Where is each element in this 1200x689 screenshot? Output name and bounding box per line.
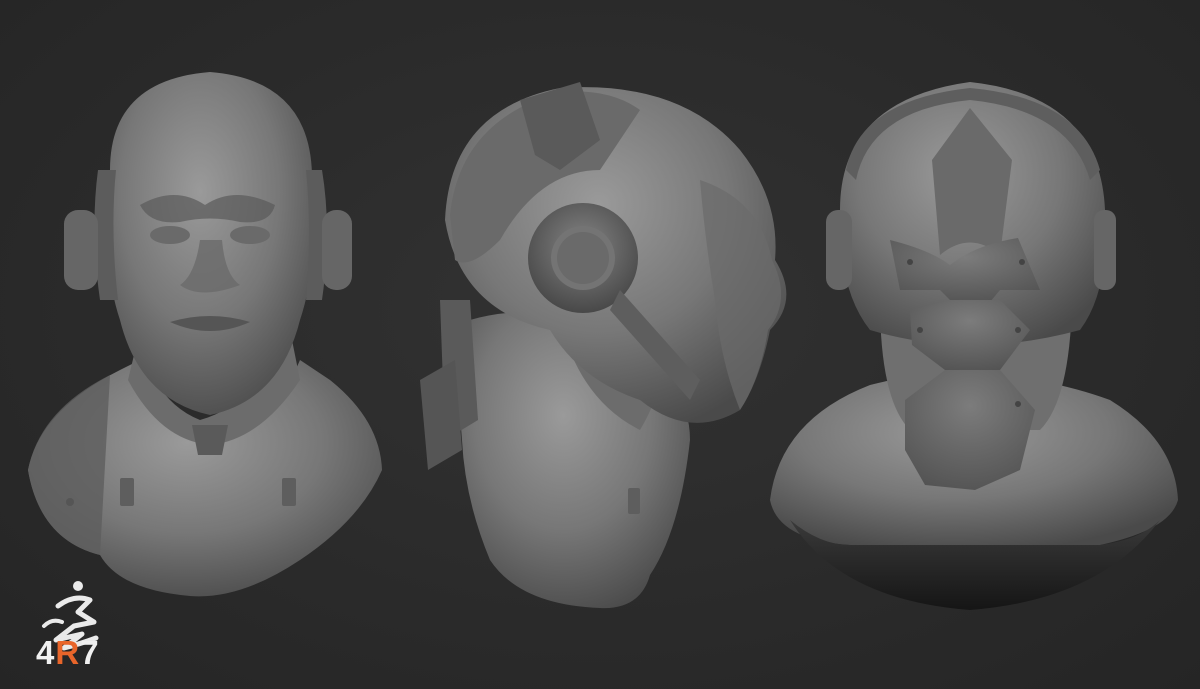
back-view-bust (770, 82, 1178, 610)
render-canvas: 4R7 (0, 0, 1200, 689)
logo-text-accent: R (55, 634, 81, 671)
front-view-bust (28, 72, 382, 597)
logo-text-prefix: 4 (36, 634, 56, 671)
version-logo-text: 4R7 (36, 636, 100, 669)
logo-text-suffix: 7 (80, 634, 100, 671)
sculpt-render (28, 72, 1178, 610)
side-view-bust (420, 82, 787, 609)
